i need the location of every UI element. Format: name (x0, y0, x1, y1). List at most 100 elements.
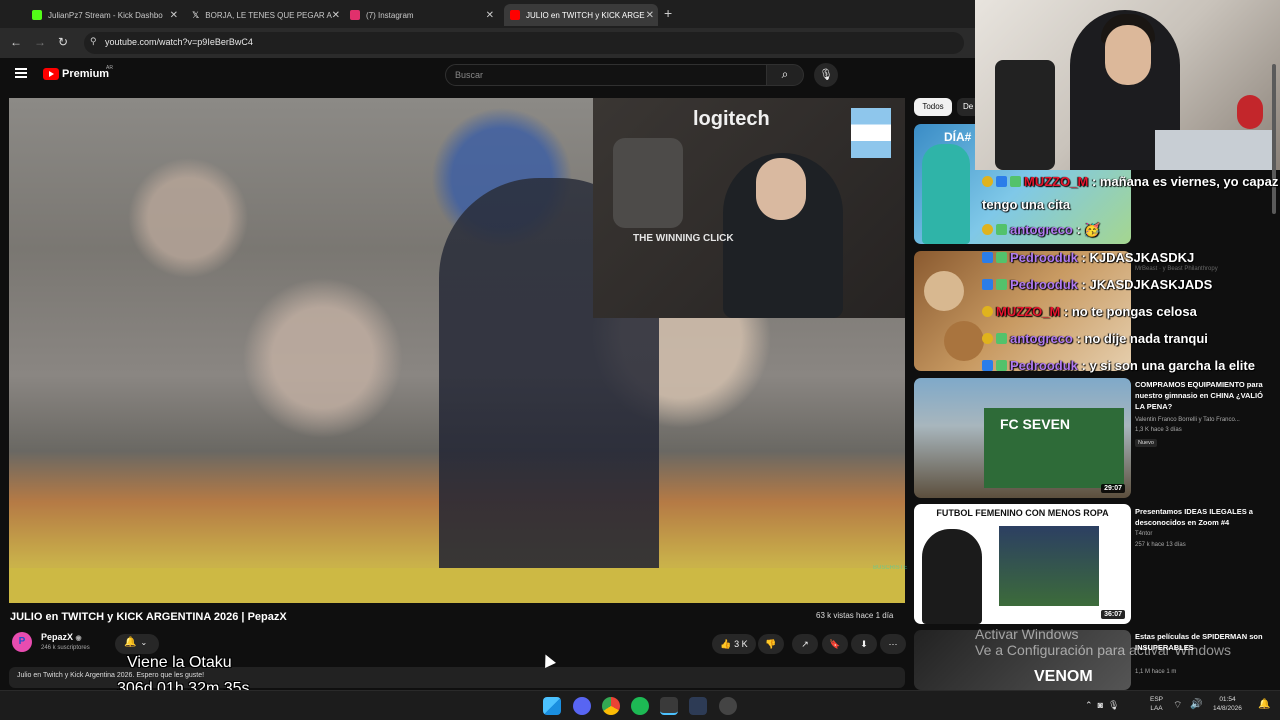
new-tab-button[interactable]: + (664, 5, 672, 21)
premium-logo-text[interactable]: Premium (62, 68, 109, 80)
video-duration: 29:07 (1101, 484, 1125, 493)
chat-username: MUZZO_M (1024, 174, 1089, 189)
dislike-button[interactable]: 👎 (758, 634, 784, 654)
network-icon: ◙ (1097, 700, 1103, 710)
browser-tab-bar: JulianPz7 Stream - Kick Dashbo ✕ 𝕏 BORJA… (0, 0, 975, 28)
x-icon: 𝕏 (192, 10, 200, 20)
download-icon: ⬇ (860, 639, 868, 649)
desk-monitor (1155, 130, 1275, 170)
search-button[interactable]: ⌕ (766, 64, 804, 86)
logitech-logo: logitech (693, 108, 770, 130)
system-tray[interactable]: ⌃ ◙ 🎙 (1085, 700, 1119, 711)
description-text: Julio en Twitch y Kick Argentina 2026. E… (17, 672, 205, 679)
subscriber-count: 246 k suscriptores (41, 645, 90, 651)
country-code: AR (106, 65, 113, 71)
language-indicator[interactable]: ESP LAA (1150, 695, 1163, 713)
thumbnail-text: DÍA# (944, 130, 972, 144)
verified-icon: ◉ (75, 635, 82, 642)
channel-avatar[interactable]: P (12, 632, 32, 652)
menu-icon[interactable] (15, 68, 27, 78)
recommendation-views: 257 k hace 13 días (1135, 542, 1186, 548)
chat-separator: : (1072, 222, 1085, 237)
thumbs-down-icon: 👎 (765, 639, 777, 649)
tab-youtube-active[interactable]: JULIO en TWITCH y KICK ARGE ✕ (504, 4, 658, 26)
subscription-bell-button[interactable]: 🔔 ⌄ (115, 634, 159, 654)
youtube-icon (510, 10, 520, 20)
video-frame-banner (9, 568, 905, 603)
spotify-icon[interactable] (631, 697, 649, 715)
channel-name[interactable]: PepazX ◉ (41, 632, 82, 642)
tab-kick-dashboard[interactable]: JulianPz7 Stream - Kick Dashbo ✕ (26, 4, 182, 26)
recommendation-thumbnail[interactable]: FC SEVEN 29:07 (914, 378, 1131, 498)
green-badge-icon (996, 279, 1007, 290)
bell-icon: 🔔 (124, 637, 137, 648)
gold-badge-icon (982, 306, 993, 317)
chat-separator: : (1077, 358, 1090, 373)
chip-de[interactable]: De (957, 98, 977, 116)
omnibox[interactable]: ⚲ youtube.com/watch?v=p9IeBerBwC4 (84, 32, 964, 54)
chrome-icon[interactable] (602, 697, 620, 715)
volume-icon[interactable]: 🔊 (1190, 699, 1202, 710)
gold-badge-icon (982, 333, 993, 344)
blue-badge-icon (982, 252, 993, 263)
recommendation-channel: MrBeast · y Beast Philanthropy (1135, 266, 1218, 272)
green-badge-icon (996, 224, 1007, 235)
recommendation-thumbnail[interactable]: FUTBOL FEMENINO CON MENOS ROPA 36:07 (914, 504, 1131, 624)
reload-icon[interactable]: ↻ (58, 35, 68, 49)
thumbnail-dog (944, 321, 984, 361)
close-tab-icon[interactable]: ✕ (486, 10, 494, 21)
recommendation-title[interactable]: COMPRAMOS EQUIPAMIENTO para nuestro gimn… (1135, 379, 1270, 412)
app-icon[interactable] (719, 697, 737, 715)
share-button[interactable]: ↗ (792, 634, 818, 654)
streamer-camera (975, 0, 1280, 170)
blue-badge-icon (982, 279, 993, 290)
youtube-masthead: Premium AR Buscar ⌕ 🎙 (0, 58, 975, 94)
notification-icon[interactable]: 🔔 (1258, 699, 1270, 710)
ccleaner-icon[interactable] (689, 697, 707, 715)
chat-text: tengo una cita (982, 197, 1071, 212)
mouse-cursor-icon (540, 652, 556, 668)
thumbnail-text: FC SEVEN (1000, 416, 1071, 432)
wifi-icon[interactable]: ⌔ (1173, 699, 1182, 712)
site-info-icon[interactable]: ⚲ (90, 36, 97, 47)
chat-separator: : (1077, 277, 1090, 292)
like-button[interactable]: 👍 3 K (712, 634, 756, 654)
green-badge-icon (996, 252, 1007, 263)
url-text[interactable]: youtube.com/watch?v=p9IeBerBwC4 (105, 37, 253, 47)
save-button[interactable]: 🔖 (822, 634, 848, 654)
blue-badge-icon (996, 176, 1007, 187)
thumbs-up-icon: 👍 (720, 639, 732, 649)
chat-separator: : (1077, 250, 1090, 265)
close-tab-icon[interactable]: ✕ (332, 10, 340, 21)
chevron-down-icon: ⌄ (140, 638, 148, 647)
search-input[interactable]: Buscar (445, 64, 767, 86)
chip-todos[interactable]: Todos (914, 98, 952, 116)
active-app-icon[interactable] (660, 697, 678, 715)
chat-username: Pedrooduk (1010, 358, 1078, 373)
clock[interactable]: 01:54 14/8/2026 (1213, 695, 1242, 713)
windows-activation-notice: Activar Windows Ve a Configuración para … (975, 626, 1232, 658)
chat-text: y si son una garcha la elite (1089, 358, 1255, 373)
tab-instagram[interactable]: (7) Instagram ✕ (344, 4, 498, 26)
close-tab-icon[interactable]: ✕ (170, 10, 178, 21)
recommendation-channel: Valentin Franco Borrelli y Tato Franco..… (1135, 417, 1240, 423)
recommendation-title[interactable]: Presentamos IDEAS ILEGALES a desconocido… (1135, 506, 1270, 528)
tab-x-post[interactable]: 𝕏 BORJA, LE TENES QUE PEGAR A ✕ (186, 4, 344, 26)
green-badge-icon (1010, 176, 1021, 187)
forward-icon[interactable]: → (34, 35, 46, 49)
windows-start-icon[interactable] (543, 697, 561, 715)
chair (995, 60, 1055, 170)
youtube-logo-icon[interactable] (43, 68, 59, 80)
scrollbar[interactable] (1272, 64, 1276, 214)
streamer-face (756, 158, 806, 220)
recommendation-channel: T4ntor (1135, 531, 1153, 537)
chat-text: no dije nada tranqui (1084, 331, 1208, 346)
more-actions-button[interactable]: ⋯ (880, 634, 906, 654)
back-icon[interactable]: ← (10, 35, 22, 49)
discord-icon[interactable] (573, 697, 591, 715)
search-icon: ⌕ (781, 67, 789, 81)
download-button[interactable]: ⬇ (851, 634, 877, 654)
voice-search-button[interactable]: 🎙 (814, 63, 838, 87)
chat-separator: : (1072, 331, 1085, 346)
close-tab-icon[interactable]: ✕ (646, 10, 654, 21)
